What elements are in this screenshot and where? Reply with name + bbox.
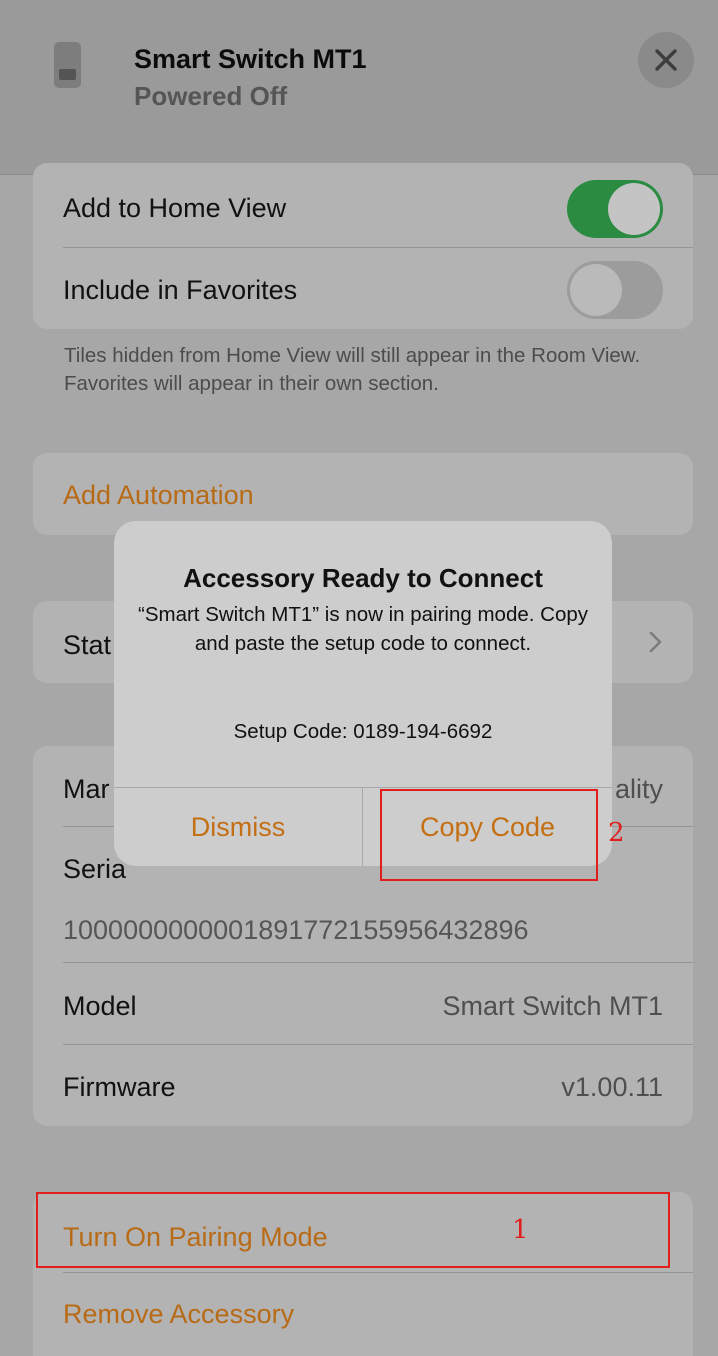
visibility-card: Add to Home View Include in Favorites [33,163,693,329]
add-home-view-label: Add to Home View [63,193,287,223]
serial-number-value: 100000000000189177215595643289​6 [63,915,529,945]
setup-code-text: Setup Code: 0189-194-6692 [233,720,493,743]
dialog-title: Accessory Ready to Connect [183,563,543,593]
add-home-view-toggle[interactable] [567,180,663,238]
accessory-header [0,0,718,175]
close-icon [655,49,677,71]
dismiss-button[interactable]: Dismiss [114,788,362,866]
dialog-message: “Smart Switch MT1” is now in pairing mod… [138,603,589,655]
annotation-number-2: 2 [608,818,625,848]
firmware-label: Firmware [63,1072,176,1102]
manufacturer-value: ality [614,774,663,804]
toggle-knob [608,183,660,235]
chevron-right-icon [649,631,662,653]
toggle-knob [570,264,622,316]
close-button[interactable] [638,32,694,88]
manufacturer-label: Mar [63,774,110,804]
add-automation-label: Add Automation [63,480,254,510]
model-value: Smart Switch MT1 [442,991,663,1021]
include-favorites-toggle[interactable] [567,261,663,319]
annotation-number-1: 1 [512,1215,529,1245]
device-title: Smart Switch MT1 [134,44,367,74]
status-label: Stat [63,630,112,660]
row-divider [63,1044,693,1045]
annotation-box-pairing [36,1192,670,1268]
annotation-box-copy-code [380,789,598,881]
model-label: Model [63,991,137,1021]
device-status: Powered Off [134,81,288,111]
firmware-value: v1.00.11 [561,1072,663,1102]
row-divider [63,1272,693,1273]
include-favorites-label: Include in Favorites [63,275,298,305]
row-divider [63,247,693,248]
switch-icon-slot [59,69,76,80]
remove-accessory-button[interactable]: Remove Accessory [63,1299,294,1330]
switch-icon [54,42,81,88]
row-divider [63,962,693,963]
footnote-text: Tiles hidden from Home View will still a… [64,344,641,395]
